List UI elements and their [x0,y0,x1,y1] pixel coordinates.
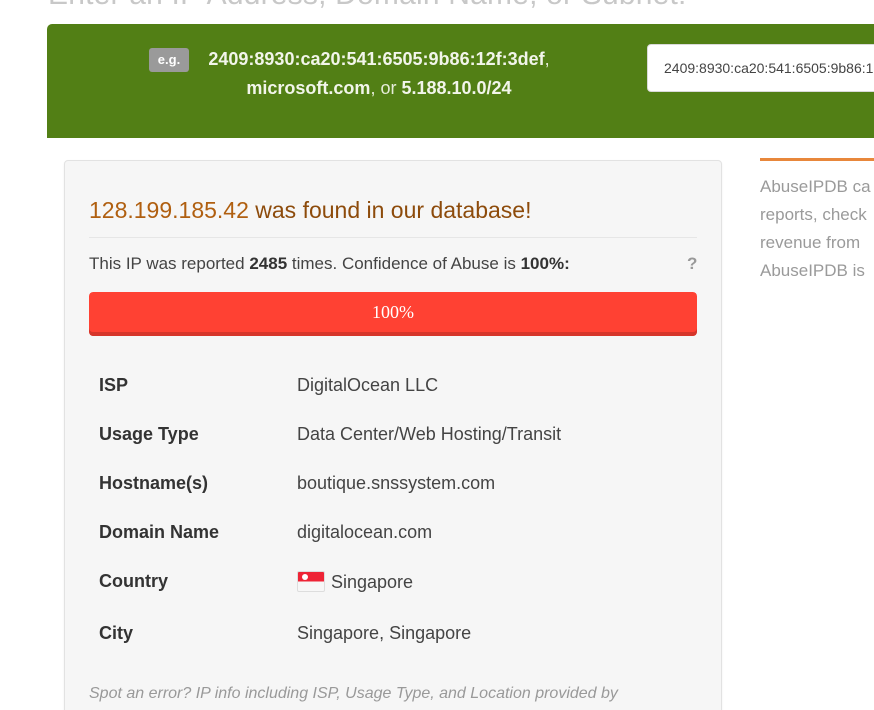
result-panel: 128.199.185.42 was found in our database… [64,160,722,710]
info-row: ISP DigitalOcean LLC [89,361,697,410]
confidence-value: 100%: [520,254,570,273]
example-subnet: 5.188.10.0/24 [401,78,512,98]
info-value: Data Center/Web Hosting/Transit [297,424,562,444]
search-input[interactable]: 2409:8930:ca20:541:6505:9b86:12f:3def [647,44,874,92]
report-summary: This IP was reported 2485 times. Confide… [89,254,570,274]
example-separator: , [544,49,550,69]
divider [89,237,697,238]
info-value: digitalocean.com [297,522,433,542]
search-banner: e.g. 2409:8930:ca20:541:6505:9b86:12f:3d… [47,24,874,138]
info-value-cell: Singapore, Singapore [287,606,697,661]
info-row: Country Singapore [89,557,697,606]
result-ip: 128.199.185.42 [89,197,249,223]
info-key: Domain Name [99,522,220,542]
info-key: Usage Type [99,424,199,444]
report-mid: times. Confidence of Abuse is [291,254,516,273]
sidebar-line: AbuseIPDB is [760,261,865,280]
result-title: 128.199.185.42 was found in our database… [89,197,531,224]
info-value-cell: digitalocean.com [287,508,697,557]
info-value-cell: Singapore [287,557,697,606]
info-value-cell: DigitalOcean LLC [287,361,697,410]
ip-info-table: ISP DigitalOcean LLC Usage Type Data Center… [89,361,697,661]
search-examples: 2409:8930:ca20:541:6505:9b86:12f:3def, m… [199,45,559,103]
info-key: ISP [99,375,129,395]
info-value: DigitalOcean LLC [297,375,439,395]
info-value-cell: boutique.snssystem.com [287,459,697,508]
info-value: Singapore, Singapore [297,623,472,643]
info-row: Usage Type Data Center/Web Hosting/Transi… [89,410,697,459]
page-heading: Enter an IP Address, Domain Name, or Sub… [48,0,687,12]
sidebar-line: revenue from [760,233,861,252]
sidebar-line: AbuseIPDB ca [760,177,871,196]
progress-fill: 100% [89,292,697,336]
example-badge: e.g. [149,48,189,72]
help-icon[interactable]: ? [687,254,697,274]
info-value-cell: Data Center/Web Hosting/Transit [287,410,697,459]
result-found-text: was found in our database! [255,197,532,223]
sidebar-line: reports, check [760,205,867,224]
example-ipv6: 2409:8930:ca20:541:6505:9b86:12f:3def [208,49,545,69]
info-key: City [99,623,134,643]
sidebar-accent-rule [760,158,874,161]
info-row: Hostname(s) boutique.snssystem.com [89,459,697,508]
info-row: City Singapore, Singapore [89,606,697,661]
confidence-progress-bar: 100% [89,292,697,336]
report-count: 2485 [249,254,288,273]
info-key: Hostname(s) [99,473,209,493]
report-prefix: This IP was reported [89,254,245,273]
example-domain: microsoft.com [246,78,371,98]
example-separator: , or [370,78,397,98]
singapore-flag-icon [297,570,325,592]
info-value: boutique.snssystem.com [297,473,496,493]
info-value: Singapore [331,571,414,592]
info-key: Country [99,571,168,591]
sidebar-text: AbuseIPDB ca reports, check revenue from Ab… [760,173,874,285]
footnote: Spot an error? IP info including ISP, Us… [89,685,618,702]
info-row: Domain Name digitalocean.com [89,508,697,557]
